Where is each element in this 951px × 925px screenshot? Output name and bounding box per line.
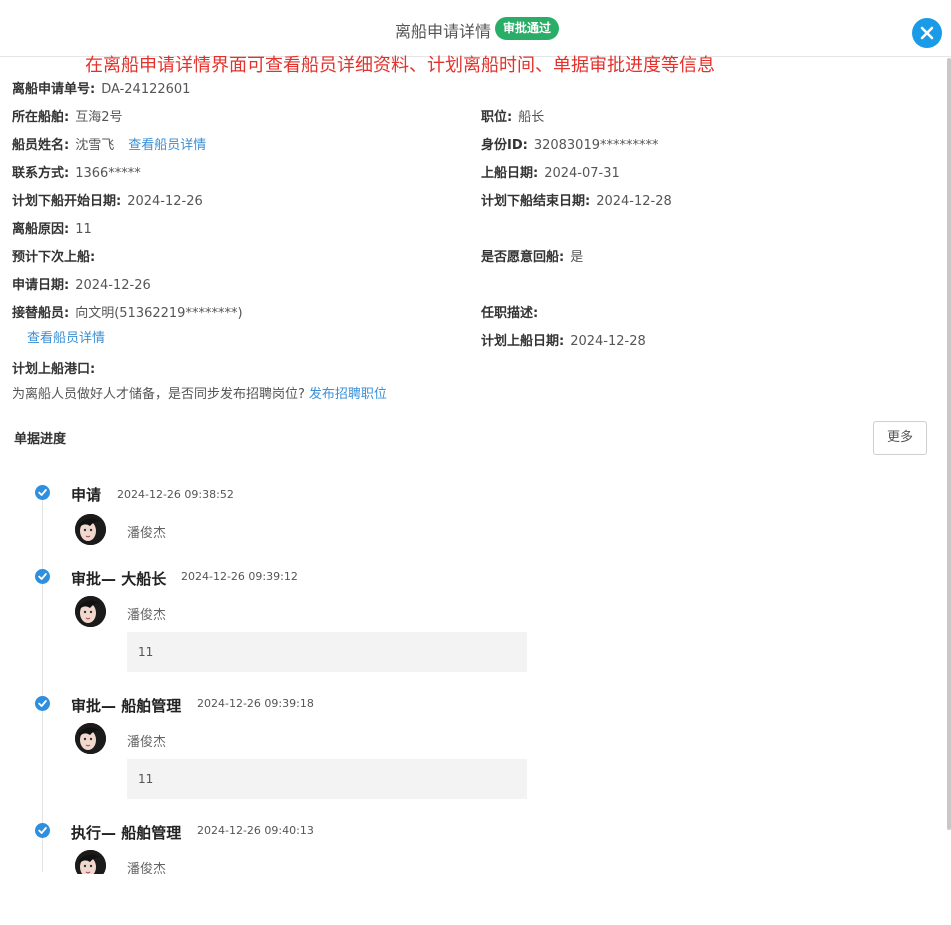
step-time: 2024-12-26 09:38:52 [117, 488, 234, 501]
step-complete-icon [35, 696, 50, 711]
field-value: 是 [570, 250, 584, 265]
field-label: 离船申请单号: [12, 82, 96, 97]
field-label: 预计下次上船: [12, 250, 96, 265]
field-value: 2024-12-26 [75, 278, 151, 293]
field-label: 任职描述: [481, 306, 539, 321]
field-position: 职位: 船长 [481, 106, 544, 125]
field-label: 上船日期: [481, 166, 539, 181]
footer-area [0, 874, 951, 925]
step-comment: 11 [127, 759, 527, 799]
close-icon [920, 26, 934, 40]
view-replacement-details-link[interactable]: 查看船员详情 [27, 327, 105, 346]
step-comment: 11 [127, 632, 527, 672]
field-label: 计划下船开始日期: [12, 194, 122, 209]
field-label: 身份ID: [481, 138, 528, 153]
step-title: 审批— 船舶管理 [71, 697, 182, 715]
field-label: 船员姓名: [12, 138, 70, 153]
field-plan-board-date: 计划上船日期: 2024-12-28 [481, 330, 646, 349]
field-label: 计划下船结束日期: [481, 194, 591, 209]
field-label: 申请日期: [12, 278, 70, 293]
step-title: 审批— 大船长 [71, 570, 167, 588]
field-value: DA-24122601 [101, 82, 191, 97]
field-plan-leave-end: 计划下船结束日期: 2024-12-28 [481, 190, 672, 209]
field-value: 32083019********* [533, 138, 659, 153]
scrollbar[interactable] [947, 58, 951, 830]
field-next-board: 预计下次上船: [12, 246, 101, 265]
step-time: 2024-12-26 09:40:13 [197, 824, 314, 837]
field-apply-date: 申请日期: 2024-12-26 [12, 274, 151, 293]
field-contact: 联系方式: 1366***** [12, 162, 141, 181]
step-title: 申请 [71, 486, 102, 504]
more-button[interactable]: 更多 [873, 421, 927, 455]
field-application-no: 离船申请单号: DA-24122601 [12, 78, 190, 97]
step-user: 潘俊杰 [127, 526, 167, 541]
field-value: 1366***** [75, 166, 141, 181]
field-value: 2024-12-26 [127, 194, 203, 209]
step-complete-icon [35, 823, 50, 838]
status-badge: 审批通过 [495, 17, 560, 40]
close-button[interactable] [912, 18, 942, 48]
field-label: 所在船舶: [12, 110, 70, 125]
recruit-prompt-text: 为离船人员做好人才储备，是否同步发布招聘岗位? [12, 387, 305, 402]
dialog-header: 离船申请详情 审批通过 [0, 0, 951, 57]
step-time: 2024-12-26 09:39:12 [181, 570, 298, 583]
step-complete-icon [35, 569, 50, 584]
step-time: 2024-12-26 09:39:18 [197, 697, 314, 710]
progress-section-title: 单据进度 [14, 432, 67, 447]
dialog-title: 离船申请详情 [395, 22, 492, 41]
field-value: 互海2号 [75, 110, 123, 125]
field-plan-leave-start: 计划下船开始日期: 2024-12-26 [12, 190, 203, 209]
avatar [75, 514, 106, 545]
field-leave-reason: 离船原因: 11 [12, 218, 92, 237]
field-value: 船长 [518, 110, 545, 125]
step-user: 潘俊杰 [127, 735, 167, 750]
field-id-no: 身份ID: 32083019********* [481, 134, 659, 153]
step-complete-icon [35, 485, 50, 500]
step-title: 执行— 船舶管理 [71, 824, 182, 842]
field-label: 是否愿意回船: [481, 250, 565, 265]
step-user: 潘俊杰 [127, 608, 167, 623]
annotation-text: 在离船申请详情界面可查看船员详细资料、计划离船时间、单据审批进度等信息 [85, 55, 715, 76]
field-label: 职位: [481, 110, 513, 125]
field-willing-return: 是否愿意回船: 是 [481, 246, 583, 265]
field-value: 2024-12-28 [570, 334, 646, 349]
avatar [75, 596, 106, 627]
field-crew-name: 船员姓名: 沈雪飞 查看船员详情 [12, 134, 206, 153]
field-value: 11 [75, 222, 92, 237]
field-label: 计划上船港口: [12, 362, 96, 377]
field-replacement: 接替船员: 向文明(51362219********) [12, 302, 243, 321]
timeline-line [42, 492, 43, 872]
field-value: 向文明(51362219********) [75, 306, 243, 321]
field-label: 接替船员: [12, 306, 70, 321]
field-plan-board-port: 计划上船港口: [12, 358, 101, 377]
avatar [75, 723, 106, 754]
field-label: 联系方式: [12, 166, 70, 181]
field-board-date: 上船日期: 2024-07-31 [481, 162, 620, 181]
field-value: 2024-12-28 [596, 194, 672, 209]
recruit-prompt: 为离船人员做好人才储备，是否同步发布招聘岗位? 发布招聘职位 [12, 383, 387, 402]
field-value: 2024-07-31 [544, 166, 620, 181]
field-value: 沈雪飞 [75, 138, 115, 153]
field-label: 离船原因: [12, 222, 70, 237]
field-label: 计划上船日期: [481, 334, 565, 349]
publish-recruitment-link[interactable]: 发布招聘职位 [309, 387, 387, 402]
field-ship: 所在船舶: 互海2号 [12, 106, 122, 125]
field-job-desc: 任职描述: [481, 302, 544, 321]
view-crew-details-link[interactable]: 查看船员详情 [128, 138, 206, 153]
